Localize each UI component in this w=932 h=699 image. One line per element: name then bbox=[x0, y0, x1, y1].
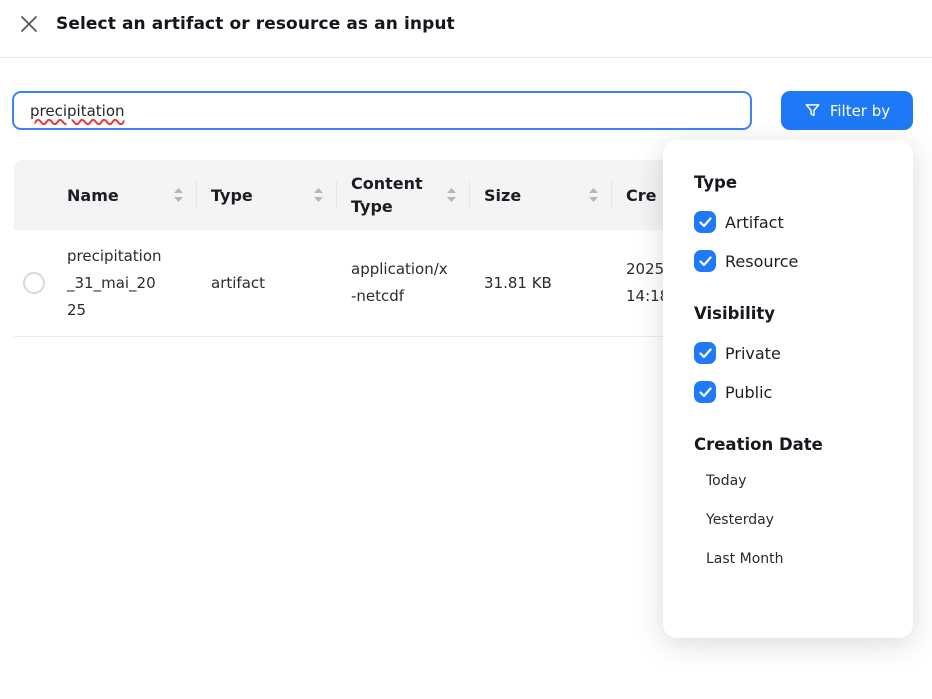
row-select-cell bbox=[14, 230, 53, 336]
section-heading: Visibility bbox=[694, 304, 883, 323]
sort-icon[interactable] bbox=[446, 187, 457, 203]
size-value: 31.81 KB bbox=[484, 270, 604, 297]
section-heading: Creation Date bbox=[694, 435, 883, 454]
header-cell-type[interactable]: Type bbox=[197, 160, 337, 230]
column-label: Cre bbox=[626, 184, 656, 207]
checkbox-private[interactable]: Private bbox=[694, 342, 883, 364]
name-line: 25 bbox=[67, 297, 189, 324]
content-type-line: -netcdf bbox=[351, 283, 462, 310]
header-cell-name[interactable]: Name bbox=[53, 160, 197, 230]
checkbox-resource[interactable]: Resource bbox=[694, 250, 883, 272]
filter-section-visibility: Visibility Private Public bbox=[694, 304, 883, 403]
modal-header: Select an artifact or resource as an inp… bbox=[0, 0, 932, 58]
select-artifact-modal: Select an artifact or resource as an inp… bbox=[0, 0, 932, 699]
checkbox-label: Resource bbox=[725, 252, 798, 271]
checked-checkbox-icon[interactable] bbox=[694, 381, 716, 403]
row-radio-button[interactable] bbox=[23, 272, 45, 294]
cell-size: 31.81 KB bbox=[470, 230, 612, 336]
section-heading: Type bbox=[694, 173, 883, 192]
search-input-value: precipitation bbox=[30, 102, 125, 120]
sort-icon[interactable] bbox=[588, 187, 599, 203]
column-label: Name bbox=[67, 184, 119, 207]
checkbox-label: Public bbox=[725, 383, 772, 402]
date-option-last-month[interactable]: Last Month bbox=[706, 551, 883, 567]
funnel-icon bbox=[804, 102, 821, 119]
modal-title: Select an artifact or resource as an inp… bbox=[56, 14, 455, 34]
checked-checkbox-icon[interactable] bbox=[694, 250, 716, 272]
column-label: Content Type bbox=[351, 172, 443, 218]
header-cell-select bbox=[14, 160, 53, 230]
column-label: Size bbox=[484, 184, 521, 207]
cell-content-type: application/x -netcdf bbox=[337, 230, 470, 336]
date-option-yesterday[interactable]: Yesterday bbox=[706, 512, 883, 528]
search-input[interactable]: precipitation bbox=[12, 91, 752, 130]
filter-dropdown-panel: Type Artifact Resource Visibility bbox=[663, 140, 913, 638]
sort-icon[interactable] bbox=[173, 187, 184, 203]
checkbox-label: Private bbox=[725, 344, 781, 363]
filter-section-type: Type Artifact Resource bbox=[694, 173, 883, 272]
close-icon[interactable] bbox=[18, 13, 40, 35]
name-line: precipitation bbox=[67, 243, 189, 270]
date-option-today[interactable]: Today bbox=[706, 473, 883, 489]
type-value: artifact bbox=[211, 270, 329, 297]
header-cell-content-type[interactable]: Content Type bbox=[337, 160, 470, 230]
column-label: Type bbox=[211, 184, 253, 207]
cell-name: precipitation _31_mai_20 25 bbox=[53, 230, 197, 336]
filter-by-button[interactable]: Filter by bbox=[781, 91, 913, 130]
cell-type: artifact bbox=[197, 230, 337, 336]
checkbox-artifact[interactable]: Artifact bbox=[694, 211, 883, 233]
header-cell-size[interactable]: Size bbox=[470, 160, 612, 230]
checked-checkbox-icon[interactable] bbox=[694, 211, 716, 233]
checkbox-label: Artifact bbox=[725, 213, 784, 232]
filter-by-label: Filter by bbox=[830, 102, 890, 120]
checked-checkbox-icon[interactable] bbox=[694, 342, 716, 364]
checkbox-public[interactable]: Public bbox=[694, 381, 883, 403]
filter-section-creation-date: Creation Date Today Yesterday Last Month bbox=[694, 435, 883, 567]
content-type-line: application/x bbox=[351, 256, 462, 283]
name-line: _31_mai_20 bbox=[67, 270, 189, 297]
sort-icon[interactable] bbox=[313, 187, 324, 203]
